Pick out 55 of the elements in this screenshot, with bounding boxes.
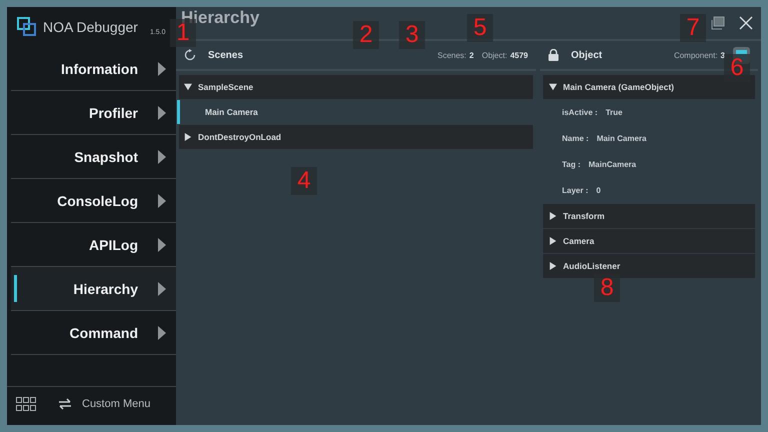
grid-icon[interactable] xyxy=(16,396,36,412)
chevron-icon xyxy=(158,326,166,340)
property-value: Main Camera xyxy=(596,134,646,143)
caret-icon xyxy=(549,237,557,245)
caret-icon xyxy=(549,212,557,220)
app-name: NOA Debugger xyxy=(43,19,138,35)
sidebar-item[interactable]: ConsoleLog xyxy=(11,179,176,223)
scene-row[interactable]: DontDestroyOnLoad xyxy=(179,125,533,149)
component-row[interactable]: Camera xyxy=(543,229,755,253)
sidebar-item[interactable]: Information xyxy=(11,47,176,91)
object-count: 4579 xyxy=(510,50,528,60)
sidebar-item[interactable]: Hierarchy xyxy=(11,267,176,311)
property-value: True xyxy=(606,108,622,117)
scenes-label: Scenes: xyxy=(438,50,466,60)
lock-icon[interactable] xyxy=(548,49,559,61)
property-name: Tag : xyxy=(562,160,581,169)
chevron-icon xyxy=(158,194,166,208)
refresh-icon[interactable] xyxy=(184,49,196,61)
component-count: 3 xyxy=(720,50,725,60)
callout-number: 4 xyxy=(291,167,317,195)
caret-icon xyxy=(549,262,557,270)
component-label: Component: xyxy=(674,50,718,60)
window-icon[interactable] xyxy=(711,16,725,30)
swap-icon[interactable] xyxy=(58,398,72,410)
property-name: Layer : xyxy=(562,186,588,195)
logo-icon xyxy=(17,17,37,37)
scenes-count: 2 xyxy=(469,50,474,60)
sidebar-item[interactable]: Profiler xyxy=(11,91,176,135)
object-label: Object: xyxy=(482,50,508,60)
property-value: MainCamera xyxy=(588,160,636,169)
sidebar-item[interactable]: Command xyxy=(11,311,176,355)
chevron-icon xyxy=(158,238,166,252)
chevron-icon xyxy=(158,106,166,120)
callout-number: 5 xyxy=(467,14,493,42)
chevron-icon xyxy=(158,282,166,296)
caret-icon xyxy=(184,133,192,141)
sidebar-item[interactable]: Snapshot xyxy=(11,135,176,179)
chevron-icon xyxy=(158,150,166,164)
callout-number: 3 xyxy=(399,21,425,49)
caret-icon xyxy=(549,83,557,91)
callout-number: 7 xyxy=(680,14,706,42)
panel-title: Scenes xyxy=(208,50,244,60)
property-name: Name : xyxy=(562,134,589,143)
scene-row[interactable]: SampleScene xyxy=(179,75,533,99)
gameobject-row[interactable]: Main Camera (GameObject) xyxy=(543,75,755,99)
chevron-icon xyxy=(158,62,166,76)
property-value: 0 xyxy=(596,186,601,195)
panel-title: Object xyxy=(571,50,604,60)
custom-menu-link[interactable]: Custom Menu xyxy=(82,398,150,410)
close-icon[interactable] xyxy=(739,16,753,30)
component-row[interactable]: AudioListener xyxy=(543,254,755,278)
caret-icon xyxy=(184,83,192,91)
property-name: isActive : xyxy=(562,108,598,117)
callout-number: 2 xyxy=(353,21,379,49)
component-row[interactable]: Transform xyxy=(543,204,755,228)
